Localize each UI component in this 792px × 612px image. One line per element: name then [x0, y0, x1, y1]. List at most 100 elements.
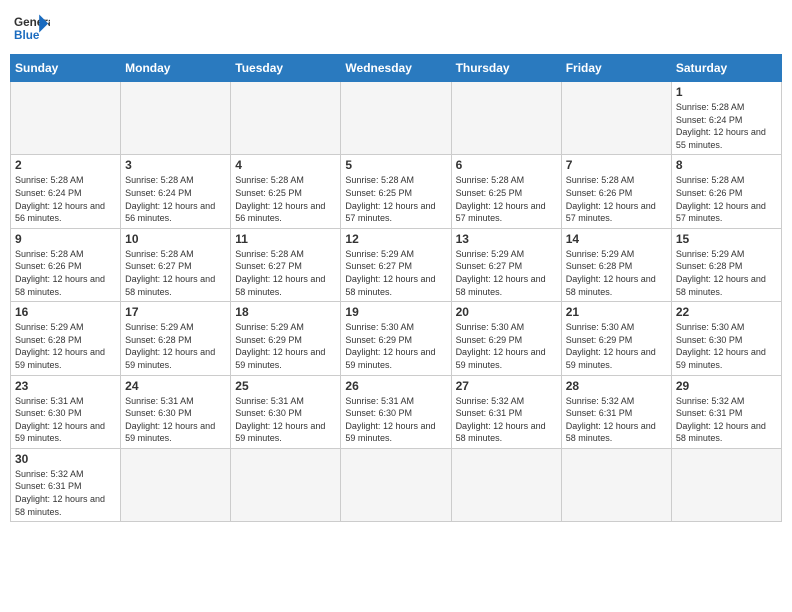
- calendar-cell: 25Sunrise: 5:31 AMSunset: 6:30 PMDayligh…: [231, 375, 341, 448]
- day-number: 4: [235, 158, 336, 172]
- day-number: 18: [235, 305, 336, 319]
- calendar-cell: 12 Sunrise: 5:29 AMSunset: 6:27 PMDayligh…: [341, 228, 451, 301]
- calendar-table: SundayMondayTuesdayWednesdayThursdayFrid…: [10, 54, 782, 522]
- day-info: Sunrise: 5:28 AMSunset: 6:25 PMDaylight:…: [235, 174, 336, 224]
- day-number: 22: [676, 305, 777, 319]
- day-info: Sunrise: 5:28 AMSunset: 6:27 PMDaylight:…: [235, 248, 336, 298]
- day-info: Sunrise: 5:30 AMSunset: 6:29 PMDaylight:…: [456, 321, 557, 371]
- day-number: 19: [345, 305, 446, 319]
- day-number: 24: [125, 379, 226, 393]
- calendar-cell: 20Sunrise: 5:30 AMSunset: 6:29 PMDayligh…: [451, 302, 561, 375]
- day-info: Sunrise: 5:30 AMSunset: 6:30 PMDaylight:…: [676, 321, 777, 371]
- day-number: 14: [566, 232, 667, 246]
- calendar-cell: [231, 82, 341, 155]
- day-info: Sunrise: 5:28 AMSunset: 6:26 PMDaylight:…: [676, 174, 777, 224]
- calendar-cell: 23 Sunrise: 5:31 AMSunset: 6:30 PMDayligh…: [11, 375, 121, 448]
- day-number: 13: [456, 232, 557, 246]
- calendar-cell: 29 Sunrise: 5:32 AMSunset: 6:31 PMDayligh…: [671, 375, 781, 448]
- day-number: 17: [125, 305, 226, 319]
- calendar-cell: 15Sunrise: 5:29 AMSunset: 6:28 PMDayligh…: [671, 228, 781, 301]
- day-number: 9: [15, 232, 116, 246]
- day-info: Sunrise: 5:29 AMSunset: 6:27 PMDaylight:…: [456, 248, 557, 298]
- calendar-cell: [561, 448, 671, 521]
- day-info: Sunrise: 5:32 AMSunset: 6:31 PMDaylight:…: [456, 395, 557, 445]
- day-info: Sunrise: 5:30 AMSunset: 6:29 PMDaylight:…: [345, 321, 446, 371]
- day-number: 25: [235, 379, 336, 393]
- column-header-thursday: Thursday: [451, 55, 561, 82]
- calendar-cell: 2 Sunrise: 5:28 AMSunset: 6:24 PMDaylight…: [11, 155, 121, 228]
- calendar-cell: [121, 448, 231, 521]
- day-number: 27: [456, 379, 557, 393]
- day-info: Sunrise: 5:29 AMSunset: 6:27 PMDaylight:…: [345, 248, 446, 298]
- day-number: 21: [566, 305, 667, 319]
- day-info: Sunrise: 5:28 AMSunset: 6:26 PMDaylight:…: [15, 248, 116, 298]
- calendar-cell: 13 Sunrise: 5:29 AMSunset: 6:27 PMDayligh…: [451, 228, 561, 301]
- day-info: Sunrise: 5:28 AMSunset: 6:25 PMDaylight:…: [456, 174, 557, 224]
- calendar-cell: 21 Sunrise: 5:30 AMSunset: 6:29 PMDayligh…: [561, 302, 671, 375]
- day-info: Sunrise: 5:31 AMSunset: 6:30 PMDaylight:…: [15, 395, 116, 445]
- calendar-cell: 6 Sunrise: 5:28 AMSunset: 6:25 PMDaylight…: [451, 155, 561, 228]
- header: General Blue: [10, 10, 782, 46]
- day-info: Sunrise: 5:32 AMSunset: 6:31 PMDaylight:…: [566, 395, 667, 445]
- logo: General Blue: [14, 10, 50, 46]
- calendar-cell: 26 Sunrise: 5:31 AMSunset: 6:30 PMDayligh…: [341, 375, 451, 448]
- day-number: 26: [345, 379, 446, 393]
- day-number: 23: [15, 379, 116, 393]
- calendar-cell: 19 Sunrise: 5:30 AMSunset: 6:29 PMDayligh…: [341, 302, 451, 375]
- calendar-cell: [671, 448, 781, 521]
- calendar-cell: [11, 82, 121, 155]
- day-number: 3: [125, 158, 226, 172]
- calendar-cell: [341, 82, 451, 155]
- calendar-cell: 24 Sunrise: 5:31 AMSunset: 6:30 PMDayligh…: [121, 375, 231, 448]
- calendar-cell: 17Sunrise: 5:29 AMSunset: 6:28 PMDayligh…: [121, 302, 231, 375]
- calendar-cell: 14 Sunrise: 5:29 AMSunset: 6:28 PMDayligh…: [561, 228, 671, 301]
- calendar-cell: 18 Sunrise: 5:29 AMSunset: 6:29 PMDayligh…: [231, 302, 341, 375]
- day-number: 12: [345, 232, 446, 246]
- calendar-cell: 1Sunrise: 5:28 AMSunset: 6:24 PMDaylight…: [671, 82, 781, 155]
- day-info: Sunrise: 5:28 AMSunset: 6:25 PMDaylight:…: [345, 174, 446, 224]
- calendar-cell: [341, 448, 451, 521]
- day-info: Sunrise: 5:28 AMSunset: 6:27 PMDaylight:…: [125, 248, 226, 298]
- day-number: 2: [15, 158, 116, 172]
- column-header-tuesday: Tuesday: [231, 55, 341, 82]
- column-header-monday: Monday: [121, 55, 231, 82]
- day-info: Sunrise: 5:29 AMSunset: 6:28 PMDaylight:…: [566, 248, 667, 298]
- calendar-cell: 27 Sunrise: 5:32 AMSunset: 6:31 PMDayligh…: [451, 375, 561, 448]
- day-number: 8: [676, 158, 777, 172]
- calendar-cell: [231, 448, 341, 521]
- day-number: 10: [125, 232, 226, 246]
- column-header-saturday: Saturday: [671, 55, 781, 82]
- day-number: 16: [15, 305, 116, 319]
- day-info: Sunrise: 5:28 AMSunset: 6:24 PMDaylight:…: [125, 174, 226, 224]
- day-number: 15: [676, 232, 777, 246]
- day-info: Sunrise: 5:28 AMSunset: 6:24 PMDaylight:…: [15, 174, 116, 224]
- generalblue-logo-icon: General Blue: [14, 10, 50, 46]
- day-info: Sunrise: 5:32 AMSunset: 6:31 PMDaylight:…: [15, 468, 116, 518]
- day-number: 7: [566, 158, 667, 172]
- day-info: Sunrise: 5:31 AMSunset: 6:30 PMDaylight:…: [345, 395, 446, 445]
- calendar-cell: [561, 82, 671, 155]
- day-number: 6: [456, 158, 557, 172]
- day-info: Sunrise: 5:30 AMSunset: 6:29 PMDaylight:…: [566, 321, 667, 371]
- calendar-cell: 9 Sunrise: 5:28 AMSunset: 6:26 PMDaylight…: [11, 228, 121, 301]
- day-info: Sunrise: 5:32 AMSunset: 6:31 PMDaylight:…: [676, 395, 777, 445]
- calendar-cell: 4 Sunrise: 5:28 AMSunset: 6:25 PMDaylight…: [231, 155, 341, 228]
- day-number: 29: [676, 379, 777, 393]
- calendar-cell: [451, 448, 561, 521]
- calendar-header-row: SundayMondayTuesdayWednesdayThursdayFrid…: [11, 55, 782, 82]
- day-number: 11: [235, 232, 336, 246]
- day-info: Sunrise: 5:31 AMSunset: 6:30 PMDaylight:…: [125, 395, 226, 445]
- calendar-cell: 30Sunrise: 5:32 AMSunset: 6:31 PMDayligh…: [11, 448, 121, 521]
- day-info: Sunrise: 5:28 AMSunset: 6:26 PMDaylight:…: [566, 174, 667, 224]
- calendar-cell: 3 Sunrise: 5:28 AMSunset: 6:24 PMDaylight…: [121, 155, 231, 228]
- calendar-cell: 16Sunrise: 5:29 AMSunset: 6:28 PMDayligh…: [11, 302, 121, 375]
- calendar-week-row: 1Sunrise: 5:28 AMSunset: 6:24 PMDaylight…: [11, 82, 782, 155]
- day-info: Sunrise: 5:29 AMSunset: 6:29 PMDaylight:…: [235, 321, 336, 371]
- calendar-cell: [121, 82, 231, 155]
- column-header-friday: Friday: [561, 55, 671, 82]
- calendar-cell: 8 Sunrise: 5:28 AMSunset: 6:26 PMDaylight…: [671, 155, 781, 228]
- calendar-cell: 28Sunrise: 5:32 AMSunset: 6:31 PMDayligh…: [561, 375, 671, 448]
- calendar-week-row: 23 Sunrise: 5:31 AMSunset: 6:30 PMDayligh…: [11, 375, 782, 448]
- calendar-cell: 10 Sunrise: 5:28 AMSunset: 6:27 PMDayligh…: [121, 228, 231, 301]
- svg-text:Blue: Blue: [14, 29, 40, 42]
